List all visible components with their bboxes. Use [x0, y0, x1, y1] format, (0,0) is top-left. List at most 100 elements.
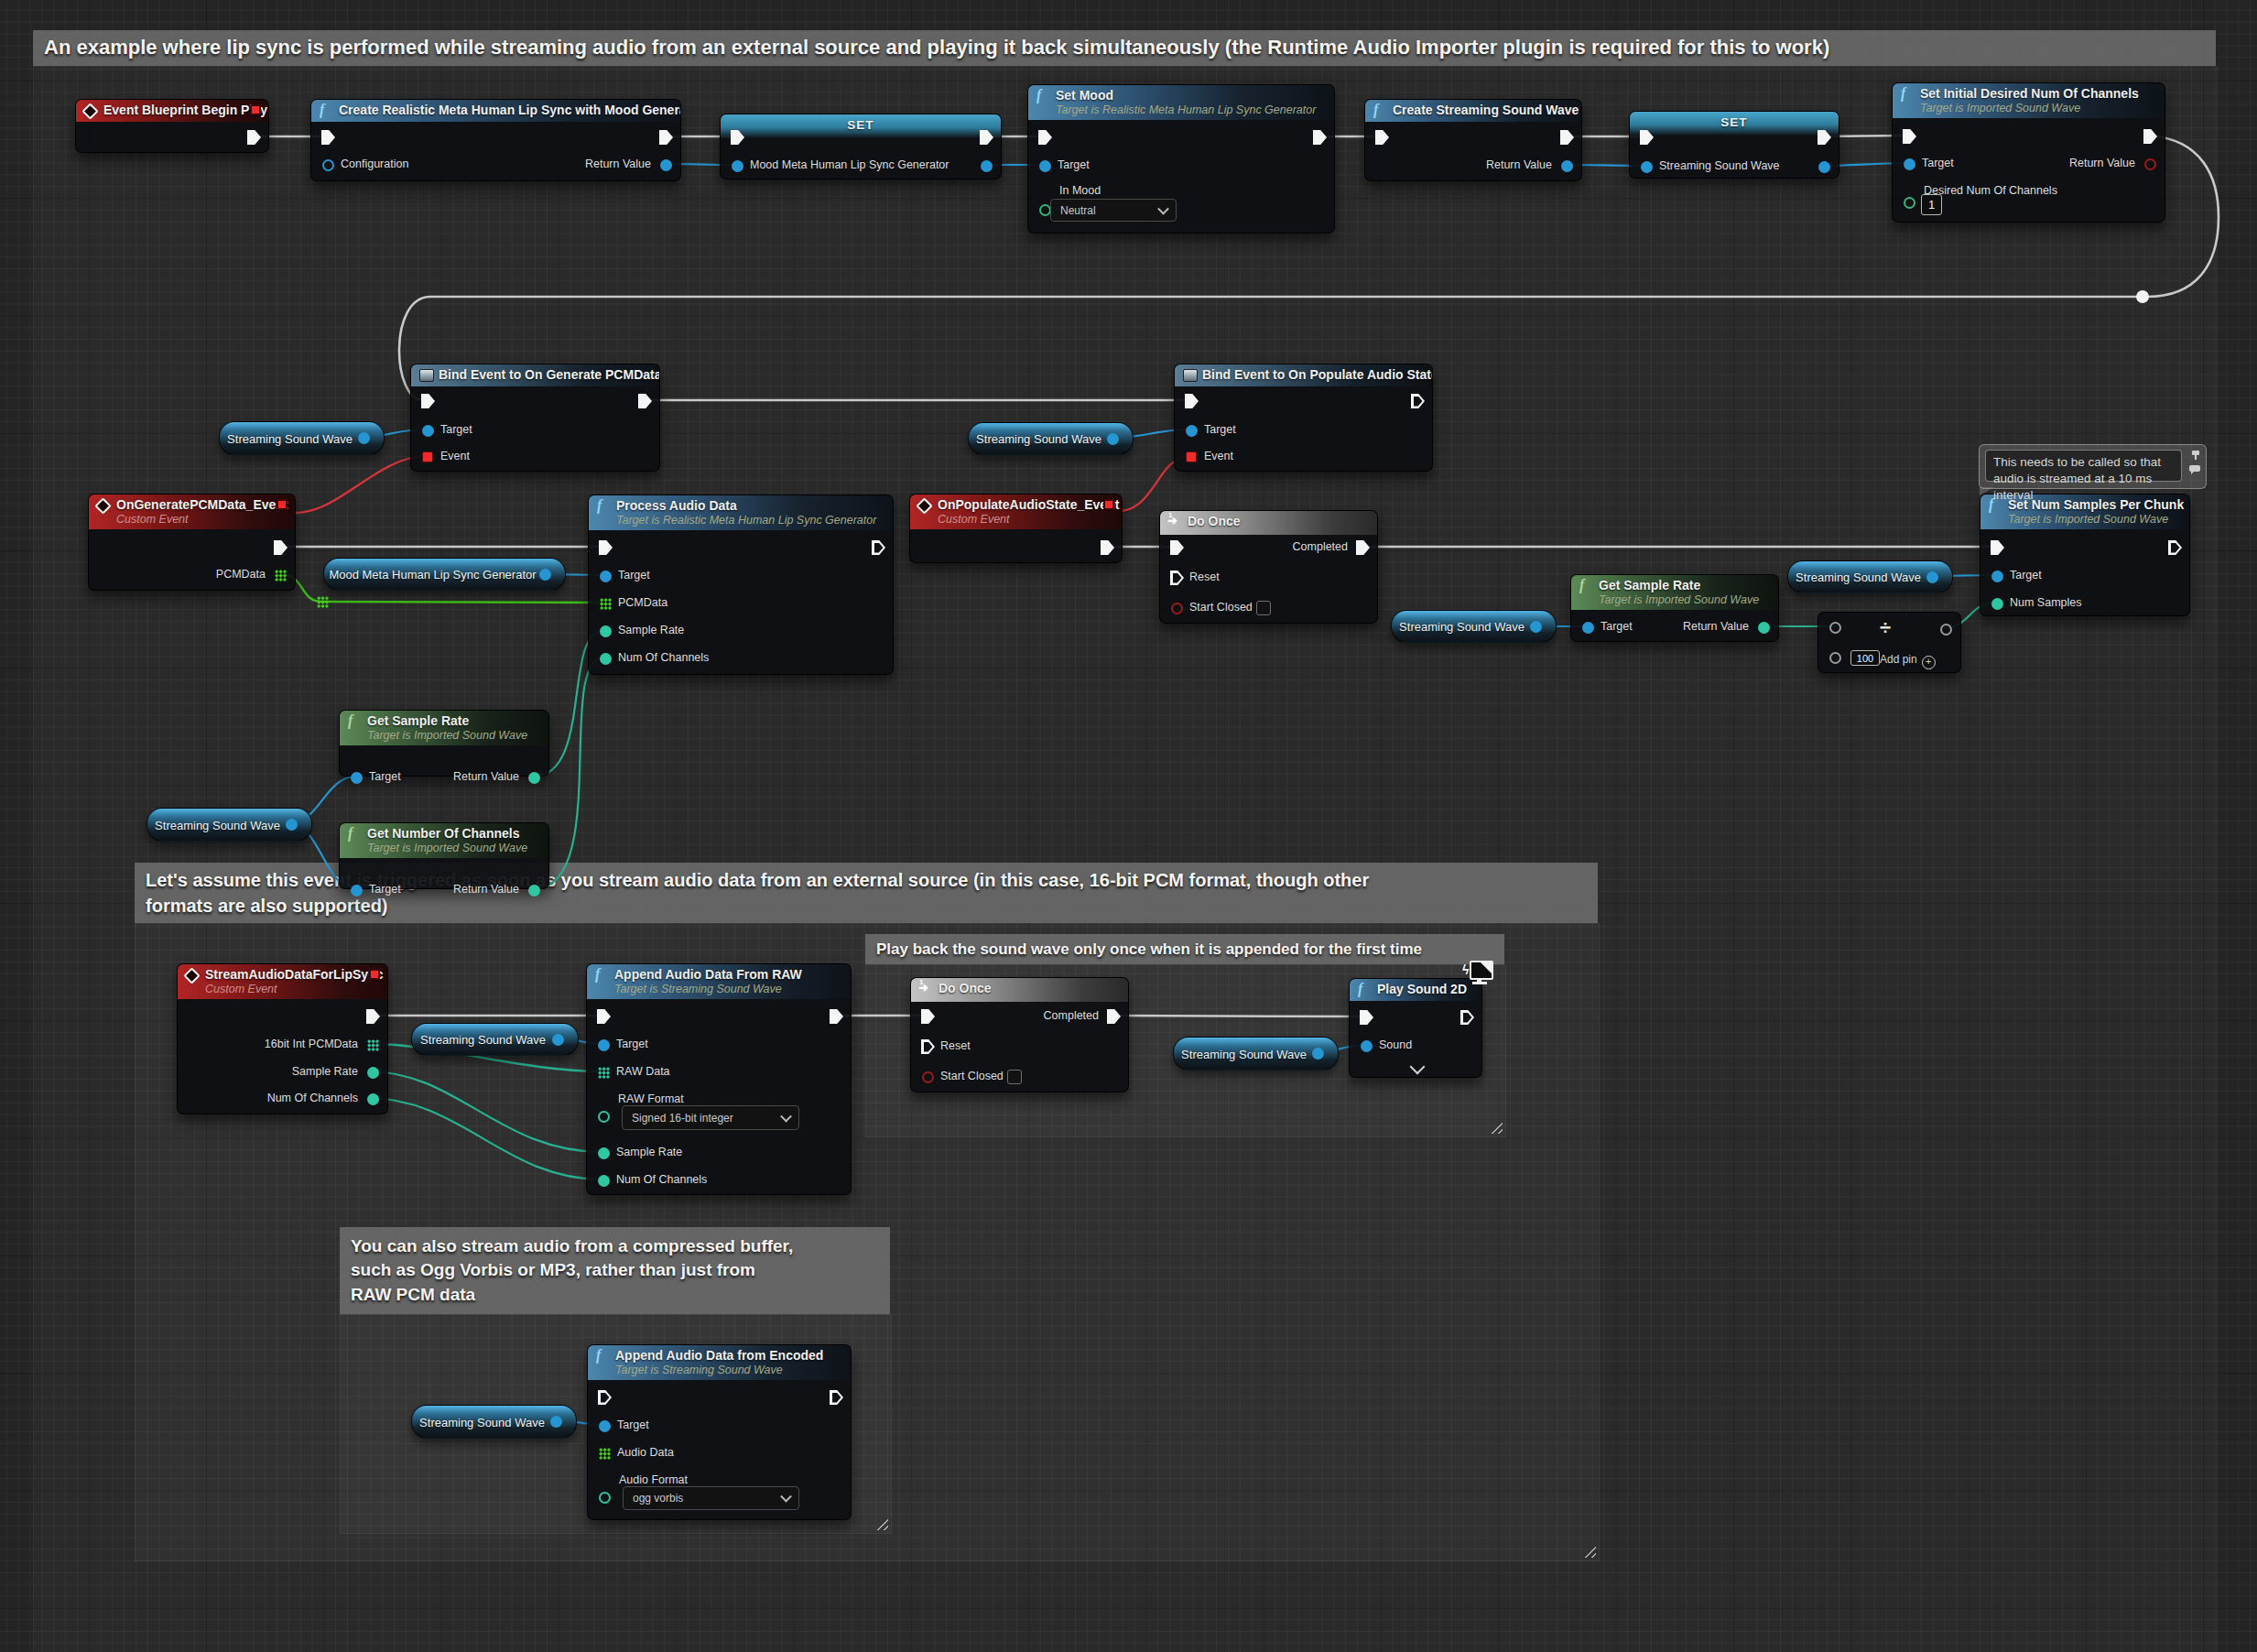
exec-pin[interactable] — [659, 130, 673, 145]
delegate-pin[interactable] — [250, 104, 261, 115]
data-pin[interactable] — [1818, 161, 1830, 173]
delegate-pin[interactable] — [369, 969, 380, 980]
data-pin[interactable] — [528, 885, 540, 897]
delegate-pin[interactable] — [1103, 499, 1114, 510]
node-setinitial[interactable]: fSet Initial Desired Num Of ChannelsTarg… — [1892, 82, 2165, 223]
exec-pin[interactable] — [274, 540, 288, 555]
dropdown-appendraw[interactable]: Signed 16-bit integer — [622, 1105, 799, 1130]
delegate-pin[interactable] — [1186, 451, 1197, 462]
node-gnc[interactable]: fGet Number Of ChannelsTarget is Importe… — [339, 822, 549, 889]
delegate-pin[interactable] — [422, 451, 433, 462]
node-bindgen[interactable]: Bind Event to On Generate PCMDataTargetE… — [410, 364, 660, 472]
output-pin[interactable] — [1107, 433, 1119, 445]
node-set1[interactable]: SETMood Meta Human Lip Sync Generator — [720, 114, 1002, 179]
data-pin[interactable] — [351, 885, 363, 897]
array-pin[interactable] — [600, 598, 612, 610]
node-beginplay[interactable]: Event Blueprint Begin Play — [75, 99, 269, 153]
exec-pin[interactable] — [1170, 540, 1184, 555]
data-pin[interactable] — [1758, 622, 1770, 634]
exec-pin[interactable] — [1375, 130, 1389, 145]
exec-pin[interactable] — [421, 394, 435, 408]
node-createstreaming[interactable]: fCreate Streaming Sound WaveReturn Value — [1364, 99, 1582, 181]
blueprint-graph-canvas[interactable]: An example where lip sync is performed w… — [0, 0, 2257, 1652]
output-pin[interactable] — [552, 1034, 564, 1046]
exec-pin[interactable] — [1107, 1009, 1121, 1024]
output-pin[interactable] — [358, 432, 370, 444]
note-bubble[interactable]: This needs to be called so that audio is… — [1979, 444, 2207, 489]
exec-pin[interactable] — [830, 1390, 843, 1405]
exec-pin[interactable] — [366, 1009, 380, 1024]
checkbox[interactable] — [1256, 601, 1271, 615]
dropdown-appendenc[interactable]: ogg vorbis — [623, 1486, 799, 1510]
variable-node-pillmood[interactable]: Mood Meta Human Lip Sync Generator — [323, 558, 566, 591]
exec-pin[interactable] — [247, 130, 261, 145]
exec-pin[interactable] — [1560, 130, 1574, 145]
data-pin[interactable] — [732, 160, 743, 172]
data-pin[interactable] — [1829, 652, 1841, 664]
data-pin[interactable] — [367, 1067, 379, 1079]
node-appendraw[interactable]: fAppend Audio Data From RAWTarget is Str… — [586, 963, 852, 1195]
node-process[interactable]: fProcess Audio DataTarget is Realistic M… — [588, 495, 894, 675]
variable-node-pill2[interactable]: Streaming Sound Wave — [968, 422, 1134, 455]
data-pin[interactable] — [600, 571, 612, 582]
array-pin[interactable] — [598, 1067, 610, 1079]
exec-pin[interactable] — [599, 540, 613, 555]
variable-node-pill1[interactable]: Streaming Sound Wave — [219, 421, 385, 455]
exec-pin[interactable] — [597, 1009, 611, 1024]
data-pin[interactable] — [528, 772, 540, 784]
data-pin[interactable] — [1039, 204, 1051, 216]
data-pin[interactable] — [2144, 158, 2156, 170]
data-pin[interactable] — [1991, 598, 2003, 610]
variable-node-pill6[interactable]: Streaming Sound Wave — [411, 1023, 579, 1056]
output-pin[interactable] — [1926, 571, 1938, 583]
value-box[interactable]: 1 — [1921, 194, 1942, 215]
exec-pin[interactable] — [1411, 394, 1425, 408]
variable-node-pill8[interactable]: Streaming Sound Wave — [411, 1405, 577, 1439]
array-pin[interactable] — [599, 1448, 611, 1460]
data-pin[interactable] — [1186, 425, 1198, 437]
data-pin[interactable] — [351, 772, 363, 784]
data-pin[interactable] — [1641, 161, 1653, 173]
data-pin[interactable] — [598, 1175, 610, 1187]
data-pin[interactable] — [1361, 1040, 1373, 1052]
exec-pin[interactable] — [1038, 130, 1052, 145]
exec-pin[interactable] — [921, 1039, 935, 1054]
data-pin[interactable] — [599, 1420, 611, 1432]
data-pin[interactable] — [598, 1111, 610, 1123]
exec-pin[interactable] — [921, 1009, 935, 1024]
data-pin[interactable] — [1904, 158, 1915, 170]
data-pin[interactable] — [367, 1093, 379, 1105]
reroute-node[interactable] — [2136, 290, 2149, 303]
exec-pin[interactable] — [830, 1009, 843, 1024]
dropdown-setmood[interactable]: Neutral — [1050, 199, 1177, 222]
node-ongen[interactable]: OnGeneratePCMData_EventCustom EventPCMDa… — [88, 494, 296, 591]
data-pin[interactable] — [600, 625, 612, 637]
exec-pin[interactable] — [1903, 129, 1916, 144]
data-pin[interactable] — [422, 425, 434, 437]
variable-node-pill4[interactable]: Streaming Sound Wave — [1391, 610, 1557, 643]
output-pin[interactable] — [1312, 1048, 1324, 1060]
data-pin[interactable] — [1904, 197, 1915, 209]
data-pin[interactable] — [599, 1492, 611, 1504]
delegate-pin[interactable] — [277, 499, 288, 510]
output-pin[interactable] — [286, 819, 298, 831]
variable-node-pill5[interactable]: Streaming Sound Wave — [1787, 560, 1953, 593]
data-pin[interactable] — [981, 160, 993, 172]
variable-node-pill3[interactable]: Streaming Sound Wave — [146, 808, 312, 842]
node-gs2[interactable]: fGet Sample RateTarget is Imported Sound… — [1570, 574, 1779, 642]
data-pin[interactable] — [322, 159, 334, 171]
node-appendenc[interactable]: fAppend Audio Data from EncodedTarget is… — [587, 1344, 852, 1520]
node-doonce2[interactable]: 1➜Do OnceCompletedResetStart Closed — [910, 977, 1129, 1092]
checkbox[interactable] — [1007, 1070, 1022, 1084]
node-gs1[interactable]: fGet Sample RateTarget is Imported Sound… — [339, 710, 549, 777]
expand-node-button[interactable] — [1410, 1060, 1426, 1075]
variable-node-pill7[interactable]: Streaming Sound Wave — [1173, 1037, 1339, 1071]
exec-pin[interactable] — [1185, 394, 1199, 408]
data-pin[interactable] — [1039, 160, 1051, 172]
reroute-grid-node[interactable] — [317, 596, 329, 608]
data-pin[interactable] — [1940, 624, 1952, 636]
exec-pin[interactable] — [2143, 129, 2157, 144]
bubble-icon[interactable] — [2189, 465, 2201, 474]
exec-pin[interactable] — [1360, 1010, 1373, 1025]
add-pin-button[interactable]: Add pin+ — [1880, 653, 1936, 669]
